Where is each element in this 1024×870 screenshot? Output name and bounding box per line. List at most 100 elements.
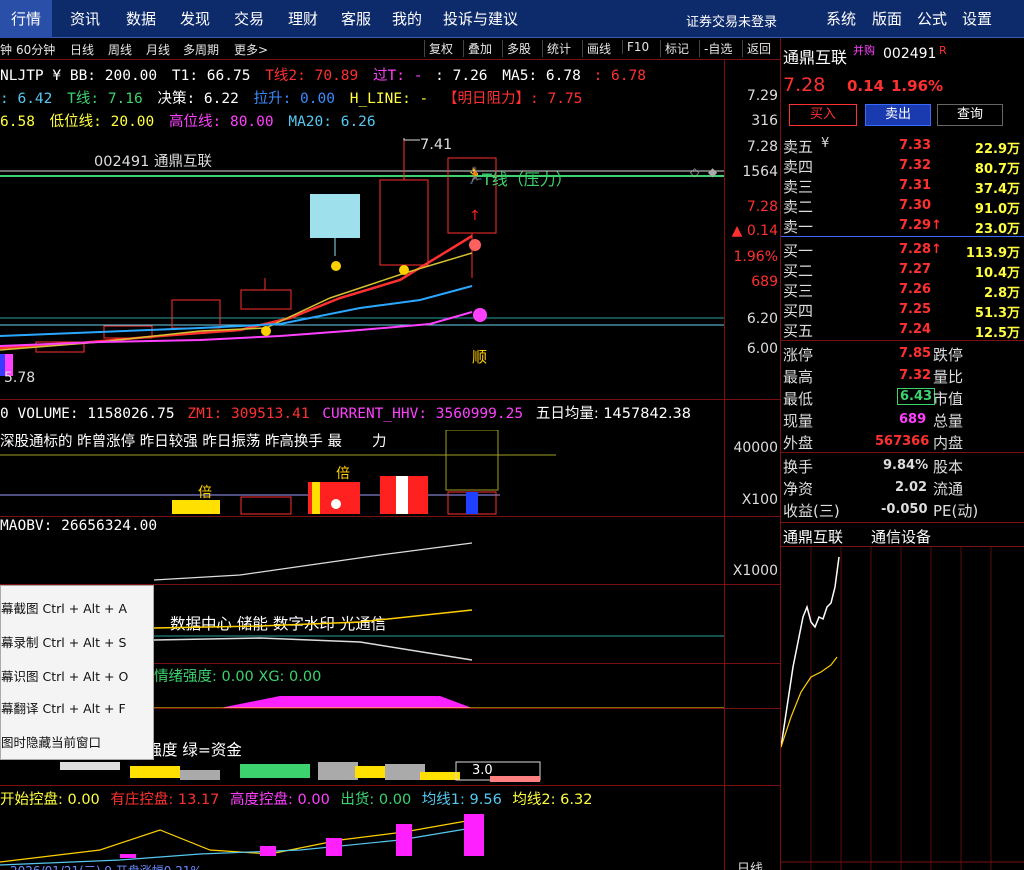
tline-label: T线（压力） [482, 170, 572, 189]
menu-translate[interactable]: 幕翻译 Ctrl + Alt + F [1, 698, 126, 717]
period-week[interactable]: 周线 [108, 41, 132, 58]
candle-5-down [310, 194, 360, 238]
btn-fuquan[interactable]: 复权 [424, 40, 453, 57]
control-chart [0, 814, 484, 866]
vol-bar-3 [172, 500, 220, 514]
menu-ocr[interactable]: 幕识图 Ctrl + Alt + O [1, 666, 128, 685]
stats-divider-2 [781, 452, 1024, 453]
candle-6 [379, 179, 429, 266]
cb-4 [464, 814, 484, 856]
nav-news[interactable]: 资讯 [70, 8, 100, 29]
vol-bar-4 [240, 496, 292, 515]
candle-4 [240, 289, 292, 310]
nav-data[interactable]: 数据 [126, 8, 156, 29]
diamond-icon[interactable]: ◇ [690, 165, 700, 179]
menu-screenshot[interactable]: 幕截图 Ctrl + Alt + A [1, 598, 127, 617]
nav-settings[interactable]: 设置 [962, 8, 992, 29]
btn-back[interactable]: 返回 [742, 40, 771, 57]
btn-watchlist[interactable]: -自选 [699, 40, 732, 57]
quote-tag: 并购 [853, 44, 875, 57]
obv-chart [153, 542, 473, 581]
quote-panel: 通鼎互联 并购 002491 R 7.28 0.14 1.96% 买入 卖出 查… [737, 38, 1024, 870]
sell-button[interactable]: 卖出 [865, 104, 931, 126]
price-axis-divider [724, 60, 725, 870]
nav-formula[interactable]: 公式 [917, 8, 947, 29]
cb-1 [260, 846, 276, 856]
period-toolbar: 钟 60分钟 日线 周线 月线 多周期 更多> 复权 叠加 多股 统计 画线 F… [0, 38, 780, 60]
intraday-mini-chart[interactable] [781, 547, 1024, 870]
btn-mark[interactable]: 标记 [660, 40, 689, 57]
obv-label: MAOBV: 26656324.00 [0, 518, 158, 534]
industry-stock-name: 通鼎互联 [783, 528, 844, 546]
period-multi[interactable]: 多周期 [183, 41, 219, 58]
period-60min[interactable]: 60分钟 [16, 41, 55, 58]
control-footer: 2026/01/21(三) 9 开盘涨幅0.21% [10, 862, 202, 870]
intraday-price-line [781, 556, 840, 748]
ask-3-price: 7.31 [899, 178, 932, 193]
low-label: 5.78 [4, 370, 36, 386]
collapse-icon[interactable]: ◆ [708, 165, 718, 179]
nav-finance[interactable]: 理财 [288, 8, 318, 29]
axis-316: 316 [751, 113, 778, 129]
ask-2-price: 7.30 [899, 198, 932, 213]
quote-pct: 1.96% [891, 77, 944, 95]
btn-multistock[interactable]: 多股 [502, 40, 531, 57]
btn-stats[interactable]: 统计 [542, 40, 571, 57]
sb-3 [180, 770, 220, 780]
signal-dot-2 [399, 265, 409, 275]
nav-mine[interactable]: 我的 [392, 8, 422, 29]
nav-system[interactable]: 系统 [826, 8, 856, 29]
sb-8 [420, 772, 460, 780]
ask-4-price: 7.32 [899, 158, 932, 173]
ma-red [0, 234, 473, 350]
period-minute[interactable]: 钟 [0, 41, 12, 58]
indicator-row-2: : 6.42 T线: 7.16 决策: 6.22 拉升: 0.00 H_LINE… [0, 91, 583, 107]
bid-1-price: 7.28↑ [899, 242, 942, 257]
up-arrow-icon: ↑ [469, 208, 481, 224]
nav-layout[interactable]: 版面 [872, 8, 902, 29]
indicator-row-1: NLJTP ¥ BB: 200.00 T1: 66.75 T线2: 70.89 … [0, 68, 646, 84]
period-more[interactable]: 更多> [234, 41, 268, 58]
nav-quotes[interactable]: 行情 [0, 0, 52, 38]
ask-2-vol: 91.0万 [974, 202, 1020, 217]
cb-5 [120, 854, 136, 858]
query-button[interactable]: 查询 [937, 104, 1003, 126]
ask-5-mark: ¥ [821, 136, 830, 151]
login-status[interactable]: 证券交易未登录 [686, 11, 777, 30]
ma-blue [0, 285, 473, 337]
btn-overlay[interactable]: 叠加 [463, 40, 492, 57]
bid-4-price: 7.25 [899, 302, 932, 317]
axis-change: ▲ 0.14 [731, 223, 778, 239]
ask-1-price: 7.29↑ [899, 218, 942, 233]
menu-record[interactable]: 幕录制 Ctrl + Alt + S [1, 632, 126, 651]
screenshot-context-menu: 幕截图 Ctrl + Alt + A 幕录制 Ctrl + Alt + S 幕识… [0, 585, 154, 760]
sb-1 [60, 762, 120, 770]
bottom-label: 日线 [737, 862, 764, 870]
bid-4-vol: 51.3万 [974, 306, 1020, 321]
industry-divider [781, 522, 1024, 523]
stats-divider [781, 340, 1024, 341]
btn-drawline[interactable]: 画线 [582, 40, 611, 57]
volume-indicator-line: 0 VOLUME: 1158026.75 ZM1: 309513.41 CURR… [0, 406, 691, 422]
bid-5-vol: 12.5万 [974, 326, 1020, 341]
vol-bar-6-white [396, 476, 408, 514]
nav-complaint[interactable]: 投诉与建议 [443, 8, 518, 29]
bid-5-price: 7.24 [899, 322, 932, 337]
buy-button[interactable]: 买入 [789, 104, 857, 126]
nav-discover[interactable]: 发现 [180, 8, 210, 29]
nav-trade[interactable]: 交易 [234, 8, 264, 29]
industry-name[interactable]: 通信设备 [871, 526, 931, 547]
volume-bars-chart [0, 430, 556, 515]
divider-volume [0, 516, 780, 517]
period-day[interactable]: 日线 [70, 41, 94, 58]
menu-hide-window[interactable]: 图时隐藏当前窗口 [1, 732, 101, 751]
cb-3 [396, 824, 412, 856]
shun-label: 顺 [472, 348, 488, 366]
btn-f10[interactable]: F10 [622, 40, 649, 54]
axis-7-28: 7.28 [746, 139, 778, 155]
period-month[interactable]: 月线 [146, 41, 170, 58]
strength-value: 3.0 [472, 763, 493, 778]
nav-service[interactable]: 客服 [341, 8, 371, 29]
topic-yellow-line [153, 609, 473, 629]
quote-price: 7.28 [783, 74, 826, 96]
